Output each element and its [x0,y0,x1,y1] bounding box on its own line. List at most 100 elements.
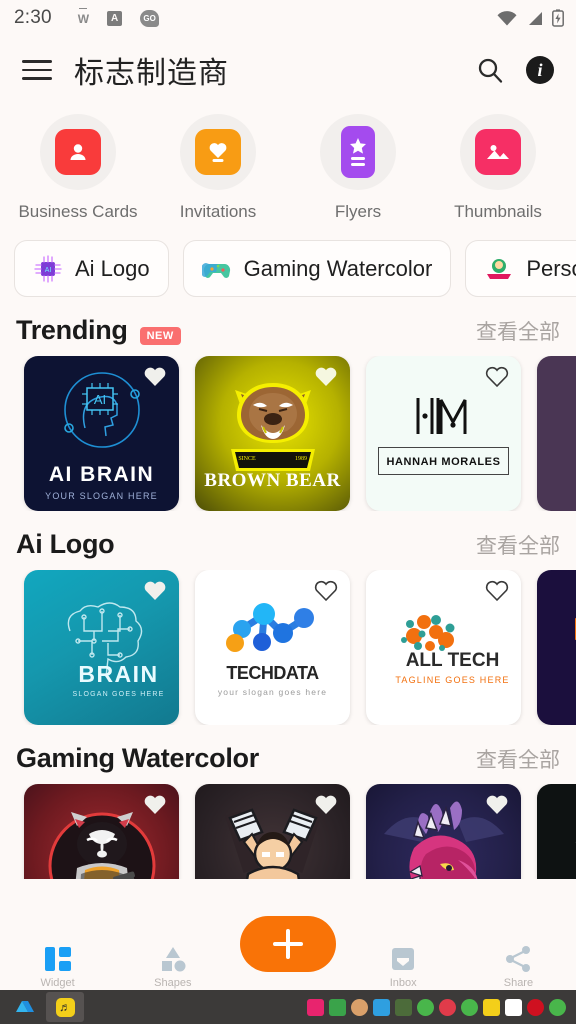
category-icon-bg [320,114,396,190]
category-business-cards[interactable]: Business Cards [8,114,148,222]
favorite-icon[interactable] [143,366,167,388]
nav-item-widget[interactable]: Widget [0,944,115,989]
category-icon-bg [460,114,536,190]
logo-card-ai-brain[interactable]: AI AI BRAIN YOUR SLOGAN HERE [24,356,179,512]
taskbar-left-items: ♬ [6,992,84,1022]
hamburger-icon[interactable] [22,60,52,80]
contact-card-icon [55,129,101,175]
logo-card-dark-partial[interactable]: T [537,570,576,726]
section-header-gaming: Gaming Watercolor 查看全部 [0,725,576,784]
logo-title: ALL TECH [405,650,500,672]
green-bars-icon[interactable] [329,998,346,1016]
logo-card-dark-mascot-partial[interactable] [537,784,576,880]
inbox-icon[interactable] [388,944,418,974]
share-icon[interactable] [503,944,533,974]
dark-mascot-partial-graphic [575,823,576,853]
favorite-icon[interactable] [485,794,509,816]
svg-text:AI: AI [93,392,105,407]
category-invitations[interactable]: Invitations [148,114,288,222]
green-dot3-icon[interactable] [549,998,566,1016]
logo-card-all-tech[interactable]: ALL TECH TAGLINE GOES HERE [366,570,521,726]
category-label: Flyers [334,202,382,221]
nav-label: Shapes [154,977,192,989]
favorite-icon[interactable] [314,366,338,388]
section-title: Trending [16,315,128,346]
yellow-app-icon[interactable] [483,998,500,1016]
cloud-icon[interactable] [373,998,390,1016]
logo-subtitle: TAGLINE GOES HERE [395,675,510,686]
blue-send-icon[interactable] [505,998,522,1016]
info-icon[interactable]: i [526,56,554,84]
shapes-icon[interactable] [158,944,188,974]
category-row: Business Cards Invitations Flyers Thumbn… [0,104,576,226]
green-dot2-icon[interactable] [461,998,478,1016]
logo-card-techdata[interactable]: TECHDATA your slogan goes here [195,570,350,726]
status-system-icons [497,9,564,27]
cloud-drive-icon[interactable] [6,992,44,1022]
a-icon: A [107,10,123,26]
w-icon: W [78,7,89,29]
chip-ai-logo[interactable]: AI Ai Logo [14,240,169,298]
image-icon [475,129,521,175]
hm-monogram-graphic [416,398,466,435]
category-thumbnails[interactable]: Thumbnails [428,114,568,222]
favorite-icon[interactable] [314,580,338,602]
see-all-link[interactable]: 查看全部 [476,530,560,560]
svg-text:1989: 1989 [295,456,307,462]
category-icon-bg [180,114,256,190]
chip-person[interactable]: Persor [465,240,576,298]
see-all-link[interactable]: 查看全部 [476,744,560,774]
chip-row: AI Ai Logo Gaming Watercolor Persor [0,226,576,298]
chip-gaming-watercolor[interactable]: Gaming Watercolor [182,240,452,298]
chip-label: Gaming Watercolor [243,255,433,281]
favorite-icon[interactable] [143,580,167,602]
chip-label: Ai Logo [75,255,150,281]
green-dot-icon[interactable] [417,998,434,1016]
logo-card-hannah-morales[interactable]: HANNAH MORALES [366,356,521,512]
card-row-gaming[interactable] [0,784,576,880]
ai-chip-icon: AI [34,255,62,283]
person-icon[interactable] [351,998,368,1016]
logo-subtitle: SLOGAN GOES HERE [72,691,165,699]
nav-item-share[interactable]: Share [461,944,576,989]
app-bar: 标志制造商 i [0,36,576,104]
star-flyer-icon [341,126,375,178]
page-title: 标志制造商 [74,57,229,90]
card-row-ai-logo[interactable]: BRAIN SLOGAN GOES HERE TECHDATA your slo… [0,570,576,726]
category-flyers[interactable]: Flyers [288,114,428,222]
logo-card-dragon-mascot[interactable] [366,784,521,880]
pink-icon[interactable] [307,998,324,1016]
app-yellow-icon[interactable]: ♬ [46,992,84,1022]
section-title: Ai Logo [16,529,115,560]
favorite-icon[interactable] [314,794,338,816]
nav-label: Share [503,977,534,989]
see-all-link[interactable]: 查看全部 [476,316,560,346]
map-icon[interactable] [395,998,412,1016]
logo-card-raccoon-mascot[interactable] [24,784,179,880]
svg-text:AI: AI [45,267,52,274]
logo-card-brown-bear[interactable]: SINCE 1989 BROWN BEAR SINCE 1989 [195,356,350,512]
red-v-icon[interactable] [527,998,544,1016]
nav-item-inbox[interactable]: Inbox [346,944,461,989]
favorite-icon[interactable] [485,366,509,388]
category-label: Thumbnails [454,202,542,221]
section-header-ai-logo: Ai Logo 查看全部 [0,511,576,570]
logo-card-brain[interactable]: BRAIN SLOGAN GOES HERE [24,570,179,726]
favorite-icon[interactable] [143,794,167,816]
nav-item-shapes[interactable]: Shapes [115,944,230,989]
logo-card-purple-partial[interactable] [537,356,576,512]
card-row-trending[interactable]: AI AI BRAIN YOUR SLOGAN HERE SINCE 1989 … [0,356,576,512]
red-globe-icon[interactable] [439,998,456,1016]
category-label: Invitations [179,202,257,221]
heart-card-icon [195,129,241,175]
search-icon[interactable] [476,56,504,84]
svg-text:SINCE: SINCE [238,456,256,462]
status-bar: 2:30 W A GO [0,0,576,36]
create-fab-button[interactable] [240,916,336,972]
favorite-icon[interactable] [485,580,509,602]
nav-label: Widget [40,977,75,989]
widget-grid-icon[interactable] [42,944,74,974]
logo-title-box: HANNAH MORALES [378,447,509,476]
logo-card-bodybuilder-mascot[interactable] [195,784,350,880]
section-header-trending: Trending NEW 查看全部 [0,297,576,356]
